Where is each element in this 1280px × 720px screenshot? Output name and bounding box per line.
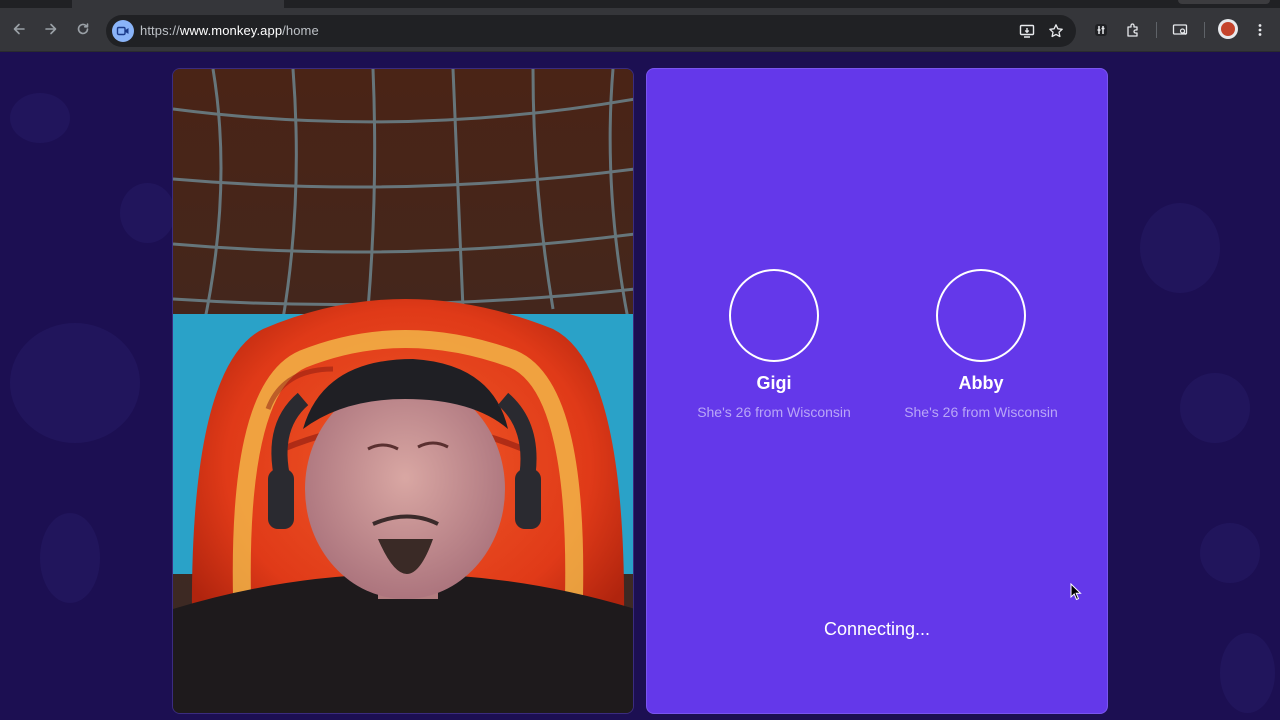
- url-text[interactable]: https://www.monkey.app/home: [140, 23, 319, 38]
- toolbar-divider: [1204, 22, 1205, 38]
- tab-search-button[interactable]: [1178, 0, 1270, 4]
- profile-avatar[interactable]: [1218, 19, 1238, 39]
- video-camera-icon[interactable]: [112, 20, 134, 42]
- match-panel: Gigi She's 26 from Wisconsin Abby She's …: [646, 68, 1108, 714]
- background-decoration: [1140, 203, 1220, 293]
- match-card: Gigi She's 26 from Wisconsin: [674, 269, 874, 420]
- tab-strip: [0, 0, 1280, 8]
- star-icon[interactable]: [1046, 22, 1066, 40]
- media-control-icon[interactable]: [1169, 19, 1191, 41]
- background-decoration: [40, 513, 100, 603]
- reload-icon[interactable]: [72, 18, 94, 40]
- install-app-icon[interactable]: [1017, 22, 1037, 40]
- extension-icon[interactable]: [1090, 19, 1112, 41]
- url-host: www.monkey.app: [179, 23, 283, 38]
- background-decoration: [10, 323, 140, 443]
- url-path: /home: [282, 23, 319, 38]
- connection-status: Connecting...: [823, 619, 931, 639]
- toolbar-divider: [1156, 22, 1157, 38]
- profile-photo-placeholder: [936, 269, 1026, 362]
- mouse-cursor-icon: [1070, 583, 1082, 601]
- background-decoration: [1200, 523, 1260, 583]
- match-name: Abby: [958, 373, 1004, 393]
- webcam-image: [173, 69, 633, 713]
- background-decoration: [10, 93, 70, 143]
- address-bar[interactable]: https://www.monkey.app/home: [106, 15, 1076, 47]
- browser-toolbar: https://www.monkey.app/home: [0, 8, 1280, 52]
- kebab-menu-icon[interactable]: [1249, 19, 1271, 41]
- back-arrow-icon[interactable]: [8, 18, 30, 40]
- match-card: Abby She's 26 from Wisconsin: [881, 269, 1081, 420]
- self-video-feed: [172, 68, 634, 714]
- background-decoration: [1180, 373, 1250, 443]
- forward-arrow-icon[interactable]: [40, 18, 62, 40]
- avatar-image: [1221, 22, 1235, 36]
- active-tab[interactable]: [72, 0, 284, 8]
- match-subtitle: She's 26 from Wisconsin: [904, 404, 1058, 420]
- url-scheme: https://: [140, 23, 180, 38]
- puzzle-icon[interactable]: [1122, 19, 1144, 41]
- background-decoration: [1220, 633, 1275, 713]
- match-subtitle: She's 26 from Wisconsin: [697, 404, 851, 420]
- match-name: Gigi: [756, 373, 792, 393]
- monkey-home-page: Gigi She's 26 from Wisconsin Abby She's …: [0, 53, 1280, 720]
- profile-photo-placeholder: [729, 269, 819, 362]
- background-decoration: [120, 183, 175, 243]
